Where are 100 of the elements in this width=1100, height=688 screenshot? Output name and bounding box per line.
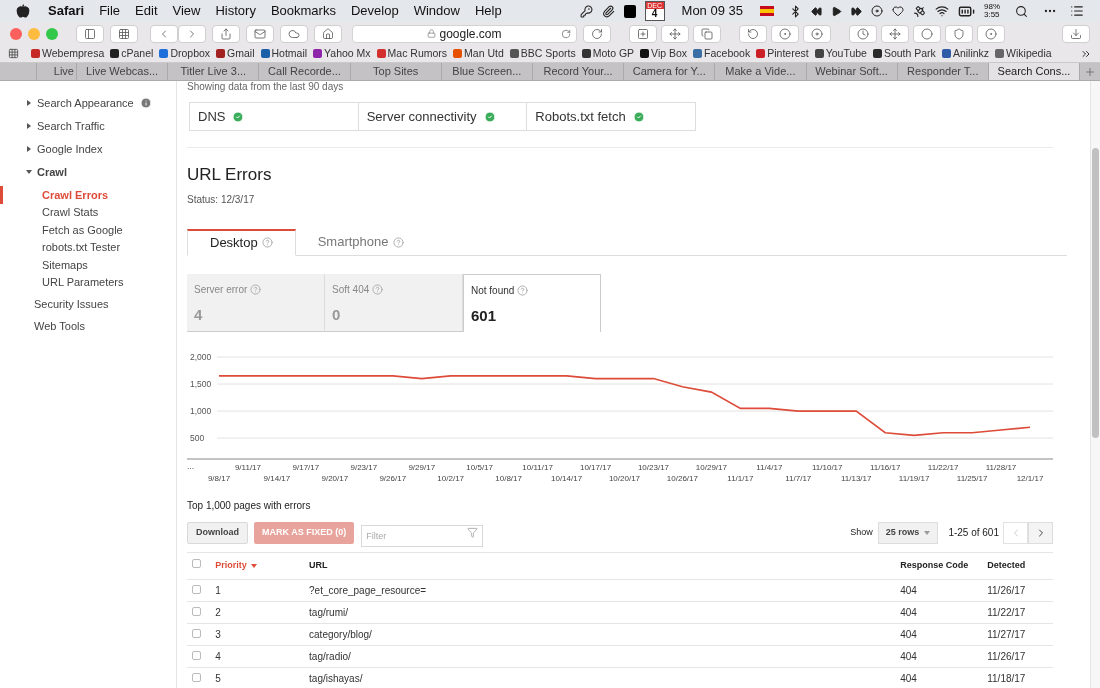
checkbox[interactable] xyxy=(192,672,201,682)
app-menu[interactable]: Safari xyxy=(48,1,85,21)
key-icon[interactable] xyxy=(579,4,593,18)
copy-button[interactable] xyxy=(693,24,721,43)
bookmark[interactable]: Webempresa xyxy=(42,45,105,62)
sidebar-item[interactable]: Web Tools xyxy=(34,317,85,335)
browser-tab[interactable]: Responder T... xyxy=(897,63,989,80)
sidebar-item[interactable]: Google Index xyxy=(37,140,103,158)
error-type-card[interactable]: Not found 601 xyxy=(463,273,601,332)
scrollbar-thumb[interactable] xyxy=(1092,148,1099,438)
bookmark[interactable]: South Park xyxy=(883,45,936,62)
bookmark[interactable]: Wikipedia xyxy=(1006,45,1052,62)
column-header[interactable]: URL xyxy=(309,558,328,573)
bookmark[interactable]: Facebook xyxy=(704,45,751,62)
play-icon[interactable] xyxy=(831,5,842,17)
bookmark[interactable]: Man Utd xyxy=(464,45,504,62)
sidebar-item[interactable]: Search Traffic xyxy=(37,117,105,135)
bookmark[interactable]: Yahoo Mx xyxy=(324,45,371,62)
fast-forward-icon[interactable] xyxy=(851,5,862,17)
satellite-icon[interactable] xyxy=(913,4,926,18)
bookmark[interactable]: Anilinkz xyxy=(952,45,990,62)
clock[interactable]: Mon 09 35 xyxy=(681,1,743,21)
browser-tab[interactable]: Live xyxy=(37,63,77,80)
checkbox[interactable] xyxy=(192,650,201,660)
sidebar-subitem[interactable]: Crawl Stats xyxy=(0,203,176,221)
history-button[interactable] xyxy=(849,24,877,43)
menu-item[interactable]: View xyxy=(172,1,201,21)
bluetooth-icon[interactable] xyxy=(789,4,802,18)
reload-page-icon[interactable] xyxy=(561,28,571,39)
checkbox[interactable] xyxy=(192,584,201,594)
next-page-button[interactable] xyxy=(1028,521,1053,544)
checkbox[interactable] xyxy=(192,628,201,638)
bookmark[interactable]: BBC Sports xyxy=(520,45,576,62)
back-button[interactable] xyxy=(150,24,178,43)
share-button[interactable] xyxy=(212,24,240,43)
close-window-icon[interactable] xyxy=(10,27,22,40)
top-sites-button[interactable] xyxy=(110,24,138,43)
list-icon[interactable] xyxy=(1070,4,1084,18)
search-icon[interactable] xyxy=(1015,4,1028,18)
browser-tab[interactable]: Titler Live 3... xyxy=(168,63,260,80)
home-button[interactable] xyxy=(314,24,342,43)
sidebar-subitem[interactable]: Sitemaps xyxy=(0,256,176,274)
paperclip-icon[interactable] xyxy=(601,4,615,18)
menu-item[interactable]: History xyxy=(215,1,256,21)
browser-tab[interactable]: Search Cons... xyxy=(988,63,1081,80)
bookmark[interactable]: Mac Rumors xyxy=(387,45,448,62)
menu-item[interactable]: Window xyxy=(413,1,460,21)
bookmark[interactable]: Hotmail xyxy=(271,45,308,62)
download-button[interactable]: Download xyxy=(187,521,248,544)
sidebar-button[interactable] xyxy=(76,24,104,43)
browser-tab[interactable]: Live Webcas... xyxy=(77,63,169,80)
sidebar-subitem[interactable]: Crawl Errors xyxy=(0,186,176,204)
wifi-icon[interactable] xyxy=(935,4,949,18)
device-tab[interactable]: Desktop xyxy=(187,228,296,256)
bookmark[interactable]: Vip Box xyxy=(651,45,688,62)
reload-button[interactable] xyxy=(583,24,611,43)
menu-item[interactable]: Help xyxy=(474,1,502,21)
column-header[interactable]: Response Code xyxy=(900,558,969,573)
bookmark[interactable]: Pinterest xyxy=(767,45,809,62)
target-button[interactable] xyxy=(771,24,799,43)
disc-button[interactable] xyxy=(803,24,831,43)
undo-button[interactable] xyxy=(739,24,767,43)
menu-item[interactable]: Develop xyxy=(350,1,399,21)
heart-icon[interactable] xyxy=(892,5,904,17)
column-header[interactable]: Priority xyxy=(215,558,257,573)
scrollbar[interactable] xyxy=(1090,81,1100,688)
sidebar-item[interactable]: Crawl xyxy=(37,163,67,181)
bookmark[interactable]: Moto GP xyxy=(592,45,635,62)
browser-tab[interactable]: Camera for Y... xyxy=(624,63,716,80)
column-header[interactable]: Detected xyxy=(987,558,1026,573)
sidebar-subitem[interactable]: Fetch as Google xyxy=(0,221,176,239)
browser-tab[interactable]: Record Your... xyxy=(532,63,625,80)
rewind-icon[interactable] xyxy=(811,5,822,17)
move-button[interactable] xyxy=(881,24,909,43)
browser-tab[interactable]: Call Recorde... xyxy=(259,63,351,80)
bookmark[interactable]: Dropbox xyxy=(170,45,211,62)
checkbox[interactable] xyxy=(192,558,201,568)
filter-field[interactable]: Filter xyxy=(361,524,484,547)
mail-button[interactable] xyxy=(246,24,274,43)
grid-icon[interactable] xyxy=(8,48,19,59)
cloud-button[interactable] xyxy=(280,24,308,43)
menu-item[interactable]: Edit xyxy=(135,1,158,21)
device-tab[interactable]: Smartphone xyxy=(295,228,426,256)
bookmark[interactable]: cPanel xyxy=(121,45,154,62)
sidebar-item[interactable]: Security Issues xyxy=(34,295,109,313)
disc-icon[interactable] xyxy=(871,5,883,17)
bookmark[interactable]: Gmail xyxy=(227,45,255,62)
sidebar-subitem[interactable]: URL Parameters xyxy=(0,273,176,291)
zoom-window-icon[interactable] xyxy=(46,27,58,40)
square-icon[interactable] xyxy=(623,4,636,18)
rows-dropdown[interactable]: 25 rows xyxy=(877,521,939,544)
browser-tab[interactable]: Make a Vide... xyxy=(715,63,807,80)
browser-tab[interactable]: Top Sites xyxy=(350,63,442,80)
forward-button[interactable] xyxy=(178,24,206,43)
new-tab-button[interactable] xyxy=(629,24,657,43)
address-field[interactable]: google.com xyxy=(352,24,577,43)
apple-icon[interactable] xyxy=(16,4,30,18)
sidebar-subitem[interactable]: robots.txt Tester xyxy=(0,238,176,256)
bookmark[interactable]: YouTube xyxy=(825,45,867,62)
flag-icon[interactable] xyxy=(760,6,774,16)
